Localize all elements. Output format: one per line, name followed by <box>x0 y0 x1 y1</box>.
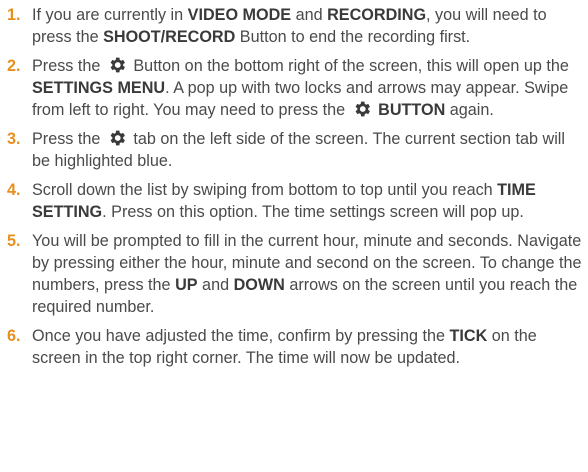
step-keyword: BUTTON <box>378 101 446 119</box>
gear-icon <box>107 55 127 75</box>
gear-icon <box>352 99 372 119</box>
gear-icon <box>107 128 127 148</box>
step-number: 4. <box>7 181 21 199</box>
step-number: 6. <box>7 327 21 345</box>
step-number: 2. <box>7 57 21 75</box>
step-5: 5. You will be prompted to fill in the c… <box>0 230 588 318</box>
step-keyword: TICK <box>449 327 488 345</box>
step-text: If you are currently in <box>32 6 188 24</box>
step-text: again. <box>445 101 494 119</box>
step-text: and <box>197 276 234 294</box>
step-text: . Press on this option. The time setting… <box>102 203 524 221</box>
step-keyword: DOWN <box>233 276 285 294</box>
step-keyword: RECORDING <box>327 6 427 24</box>
step-keyword: UP <box>175 276 198 294</box>
step-6: 6. Once you have adjusted the time, conf… <box>0 325 588 369</box>
step-1: 1. If you are currently in VIDEO MODE an… <box>0 4 588 48</box>
step-text: and <box>291 6 328 24</box>
step-4: 4. Scroll down the list by swiping from … <box>0 179 588 223</box>
step-keyword: SHOOT/RECORD <box>103 28 236 46</box>
step-keyword: SETTINGS MENU <box>32 79 166 97</box>
step-text: Button on the bottom right of the screen… <box>128 57 569 75</box>
step-text: Press the <box>32 57 105 75</box>
step-text: Scroll down the list by swiping from bot… <box>32 181 498 199</box>
step-number: 3. <box>7 130 21 148</box>
step-keyword: VIDEO MODE <box>187 6 292 24</box>
step-number: 5. <box>7 232 21 250</box>
step-text: Press the <box>32 130 105 148</box>
step-text: Button to end the recording first. <box>235 28 471 46</box>
instruction-list: 1. If you are currently in VIDEO MODE an… <box>0 4 588 376</box>
step-2: 2. Press the Button on the bottom right … <box>0 55 588 121</box>
step-text: Once you have adjusted the time, confirm… <box>32 327 450 345</box>
step-3: 3. Press the tab on the left side of the… <box>0 128 588 172</box>
step-number: 1. <box>7 6 21 24</box>
